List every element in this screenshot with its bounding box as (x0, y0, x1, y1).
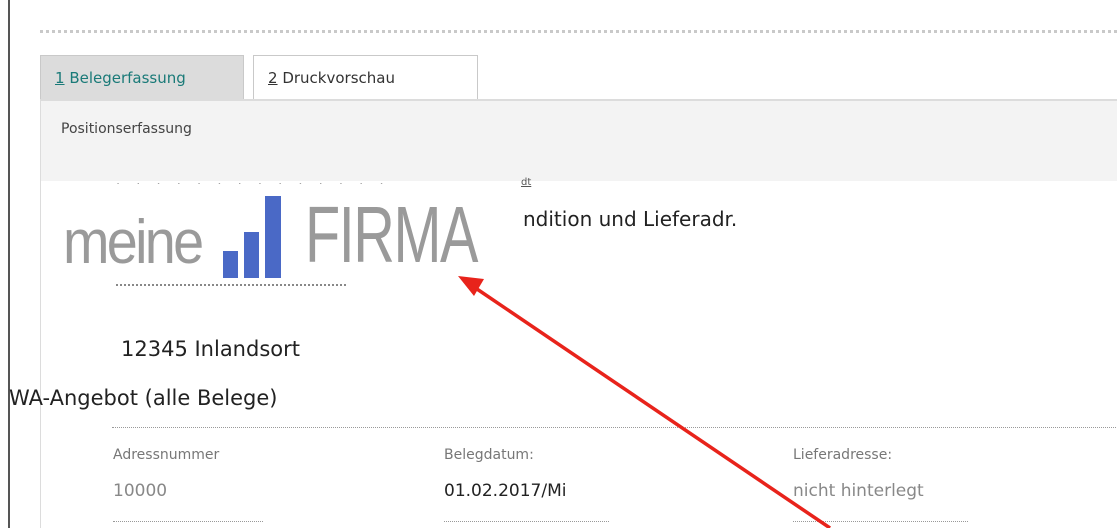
delivery-address-label: Lieferadresse: (793, 447, 893, 463)
panel-header: Positionserfassung (41, 101, 1117, 181)
top-dotted-separator (40, 30, 1117, 33)
document-panel: Positionserfassung · · · · · · · · · · ·… (9, 101, 1117, 528)
logo-bar-2 (244, 232, 259, 278)
tab-bar: 1 Belegerfassung 2 Druckvorschau (40, 55, 1117, 101)
field-underline-3 (793, 521, 968, 522)
window-left-border (8, 0, 10, 528)
tab-druckvorschau-label: Druckvorschau (277, 69, 395, 87)
fields-divider (112, 427, 1117, 428)
tab-druckvorschau-shortcut: 2 (268, 69, 278, 87)
logo-prefix-text: meine (63, 208, 204, 277)
document-title: WA-Angebot (alle Belege) (9, 386, 278, 410)
logo-name-text: FIRMA (305, 190, 478, 279)
address-number-label: Adressnummer (113, 447, 220, 463)
field-underline-2 (444, 521, 609, 522)
condition-text: ndition und Lieferadr. (523, 207, 738, 231)
tab-belegerfassung-label: Belegerfassung (64, 69, 186, 87)
partial-label: dt (521, 177, 532, 188)
logo-bar-1 (223, 251, 238, 278)
obscured-street-line (116, 284, 346, 296)
document-date-value: 01.02.2017/Mi (444, 481, 567, 501)
panel-title: Positionserfassung (61, 121, 192, 137)
document-date-label: Belegdatum: (444, 447, 534, 463)
field-underline-1 (113, 521, 263, 522)
city-line: 12345 Inlandsort (121, 337, 300, 361)
address-number-value: 10000 (113, 481, 168, 501)
tab-belegerfassung[interactable]: 1 Belegerfassung (40, 55, 244, 99)
tab-druckvorschau[interactable]: 2 Druckvorschau (253, 55, 478, 99)
delivery-address-value: nicht hinterlegt (793, 481, 924, 501)
logo-bar-3 (265, 196, 281, 278)
tab-belegerfassung-shortcut: 1 (55, 69, 65, 87)
